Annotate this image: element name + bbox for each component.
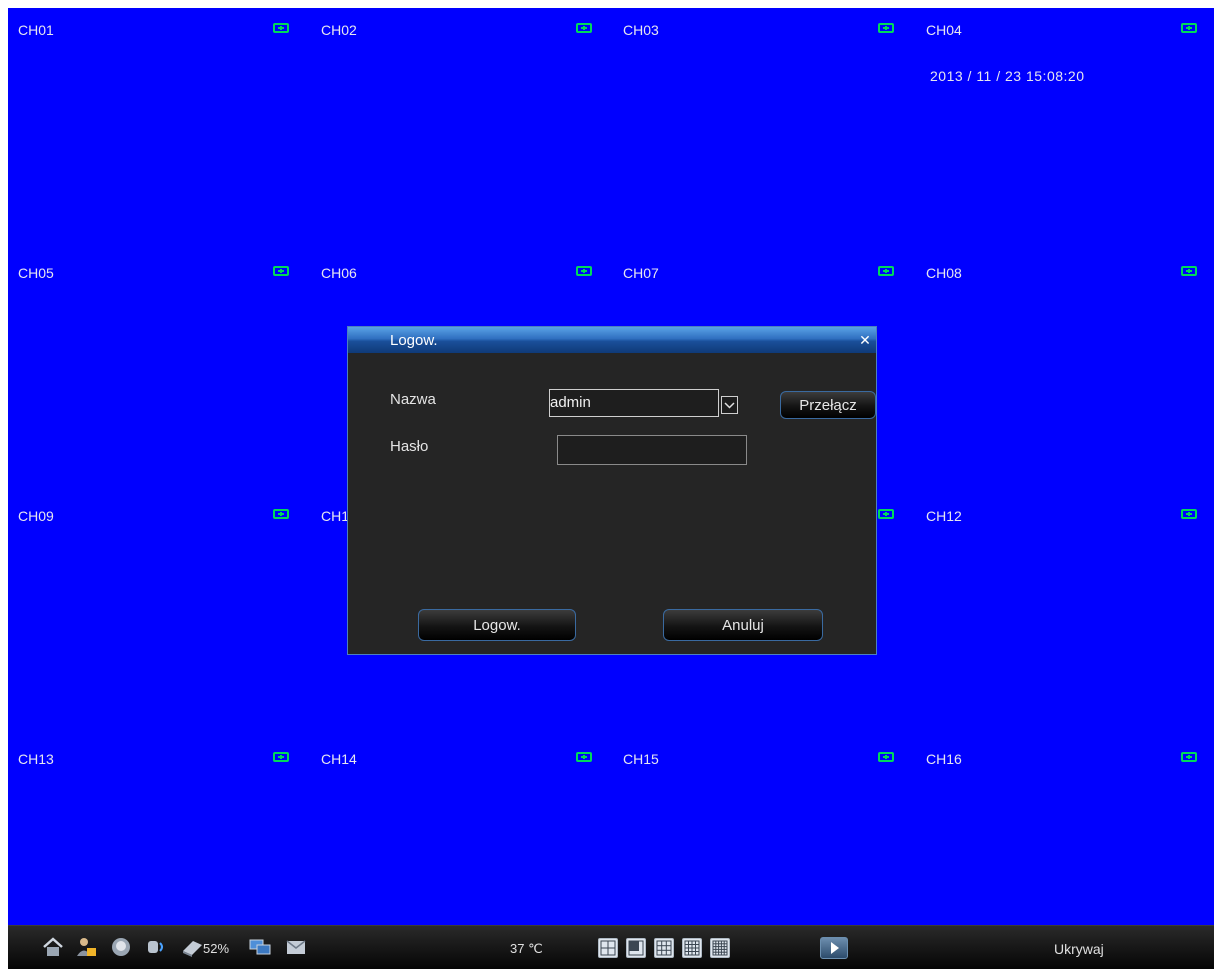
- channel-status-icon: [1181, 266, 1197, 276]
- dialog-titlebar[interactable]: Logow. ✕: [348, 327, 876, 353]
- channel-cell[interactable]: CH01: [8, 8, 310, 251]
- dvr-screen: CH01 CH02 CH03 CH04 CH05 CH06 CH07 CH08 CH09 CH10…: [8, 8, 1214, 969]
- layout-5x5-icon[interactable]: [710, 938, 730, 958]
- channel-status-icon: [878, 23, 894, 33]
- user-lock-icon[interactable]: [74, 936, 98, 960]
- disk-icon[interactable]: [180, 936, 204, 960]
- password-label: Hasło: [390, 438, 429, 455]
- channel-grid: CH01 CH02 CH03 CH04 CH05 CH06 CH07 CH08 CH09 CH10…: [8, 8, 1214, 925]
- channel-cell[interactable]: CH12: [916, 494, 1214, 737]
- date-time: 2013 / 11 / 23 15:08:20: [930, 68, 1085, 84]
- login-dialog: Logow. ✕ Nazwa admin Przełącz Hasło Logo…: [347, 326, 877, 655]
- cancel-button[interactable]: Anuluj: [663, 609, 823, 641]
- chevron-down-icon[interactable]: [721, 396, 738, 414]
- switch-button[interactable]: Przełącz: [780, 391, 876, 419]
- channel-status-icon: [1181, 509, 1197, 519]
- layout-1plus5-icon[interactable]: [626, 938, 646, 958]
- mail-icon[interactable]: [284, 936, 308, 960]
- layout-1x1-icon[interactable]: [598, 938, 618, 958]
- channel-status-icon: [273, 752, 289, 762]
- channel-label: CH13: [18, 751, 54, 767]
- home-icon[interactable]: [41, 936, 65, 960]
- speaker-icon[interactable]: [145, 936, 169, 960]
- layout-4x4-icon[interactable]: [682, 938, 702, 958]
- hide-button[interactable]: Ukrywaj: [1054, 941, 1104, 957]
- channel-label: CH02: [321, 22, 357, 38]
- channel-status-icon: [878, 509, 894, 519]
- channel-status-icon: [273, 509, 289, 519]
- channel-label: CH01: [18, 22, 54, 38]
- channel-cell[interactable]: CH03: [613, 8, 915, 251]
- channel-label: CH06: [321, 265, 357, 281]
- channel-label: CH12: [926, 508, 962, 524]
- username-value: admin: [550, 394, 591, 411]
- channel-cell[interactable]: CH05: [8, 251, 310, 494]
- login-button[interactable]: Logow.: [418, 609, 576, 641]
- channel-label: CH07: [623, 265, 659, 281]
- username-select[interactable]: admin: [549, 389, 719, 417]
- network-icon[interactable]: [248, 936, 272, 960]
- channel-status-icon: [878, 266, 894, 276]
- channel-status-icon: [1181, 23, 1197, 33]
- temperature: 37 ℃: [510, 941, 543, 956]
- channel-status-icon: [273, 266, 289, 276]
- name-label: Nazwa: [390, 391, 436, 408]
- taskbar: 52% 37 ℃ Ukrywaj: [8, 925, 1214, 969]
- channel-label: CH16: [926, 751, 962, 767]
- channel-status-icon: [576, 23, 592, 33]
- disk-usage: 52%: [203, 941, 230, 956]
- channel-label: CH04: [926, 22, 962, 38]
- channel-status-icon: [273, 23, 289, 33]
- close-icon[interactable]: ✕: [857, 332, 873, 348]
- play-icon[interactable]: [820, 937, 848, 959]
- face-icon[interactable]: [109, 936, 133, 960]
- channel-cell[interactable]: CH02: [311, 8, 613, 251]
- layout-3x3-icon[interactable]: [654, 938, 674, 958]
- channel-label: CH09: [18, 508, 54, 524]
- channel-cell[interactable]: CH08: [916, 251, 1214, 494]
- channel-status-icon: [878, 752, 894, 762]
- channel-label: CH14: [321, 751, 357, 767]
- channel-status-icon: [576, 266, 592, 276]
- channel-cell[interactable]: CH04: [916, 8, 1214, 251]
- channel-cell[interactable]: CH09: [8, 494, 310, 737]
- channel-label: CH03: [623, 22, 659, 38]
- channel-label: CH05: [18, 265, 54, 281]
- channel-label: CH15: [623, 751, 659, 767]
- channel-status-icon: [1181, 752, 1197, 762]
- password-input[interactable]: [557, 435, 747, 465]
- dialog-title: Logow.: [390, 332, 438, 349]
- channel-label: CH08: [926, 265, 962, 281]
- channel-status-icon: [576, 752, 592, 762]
